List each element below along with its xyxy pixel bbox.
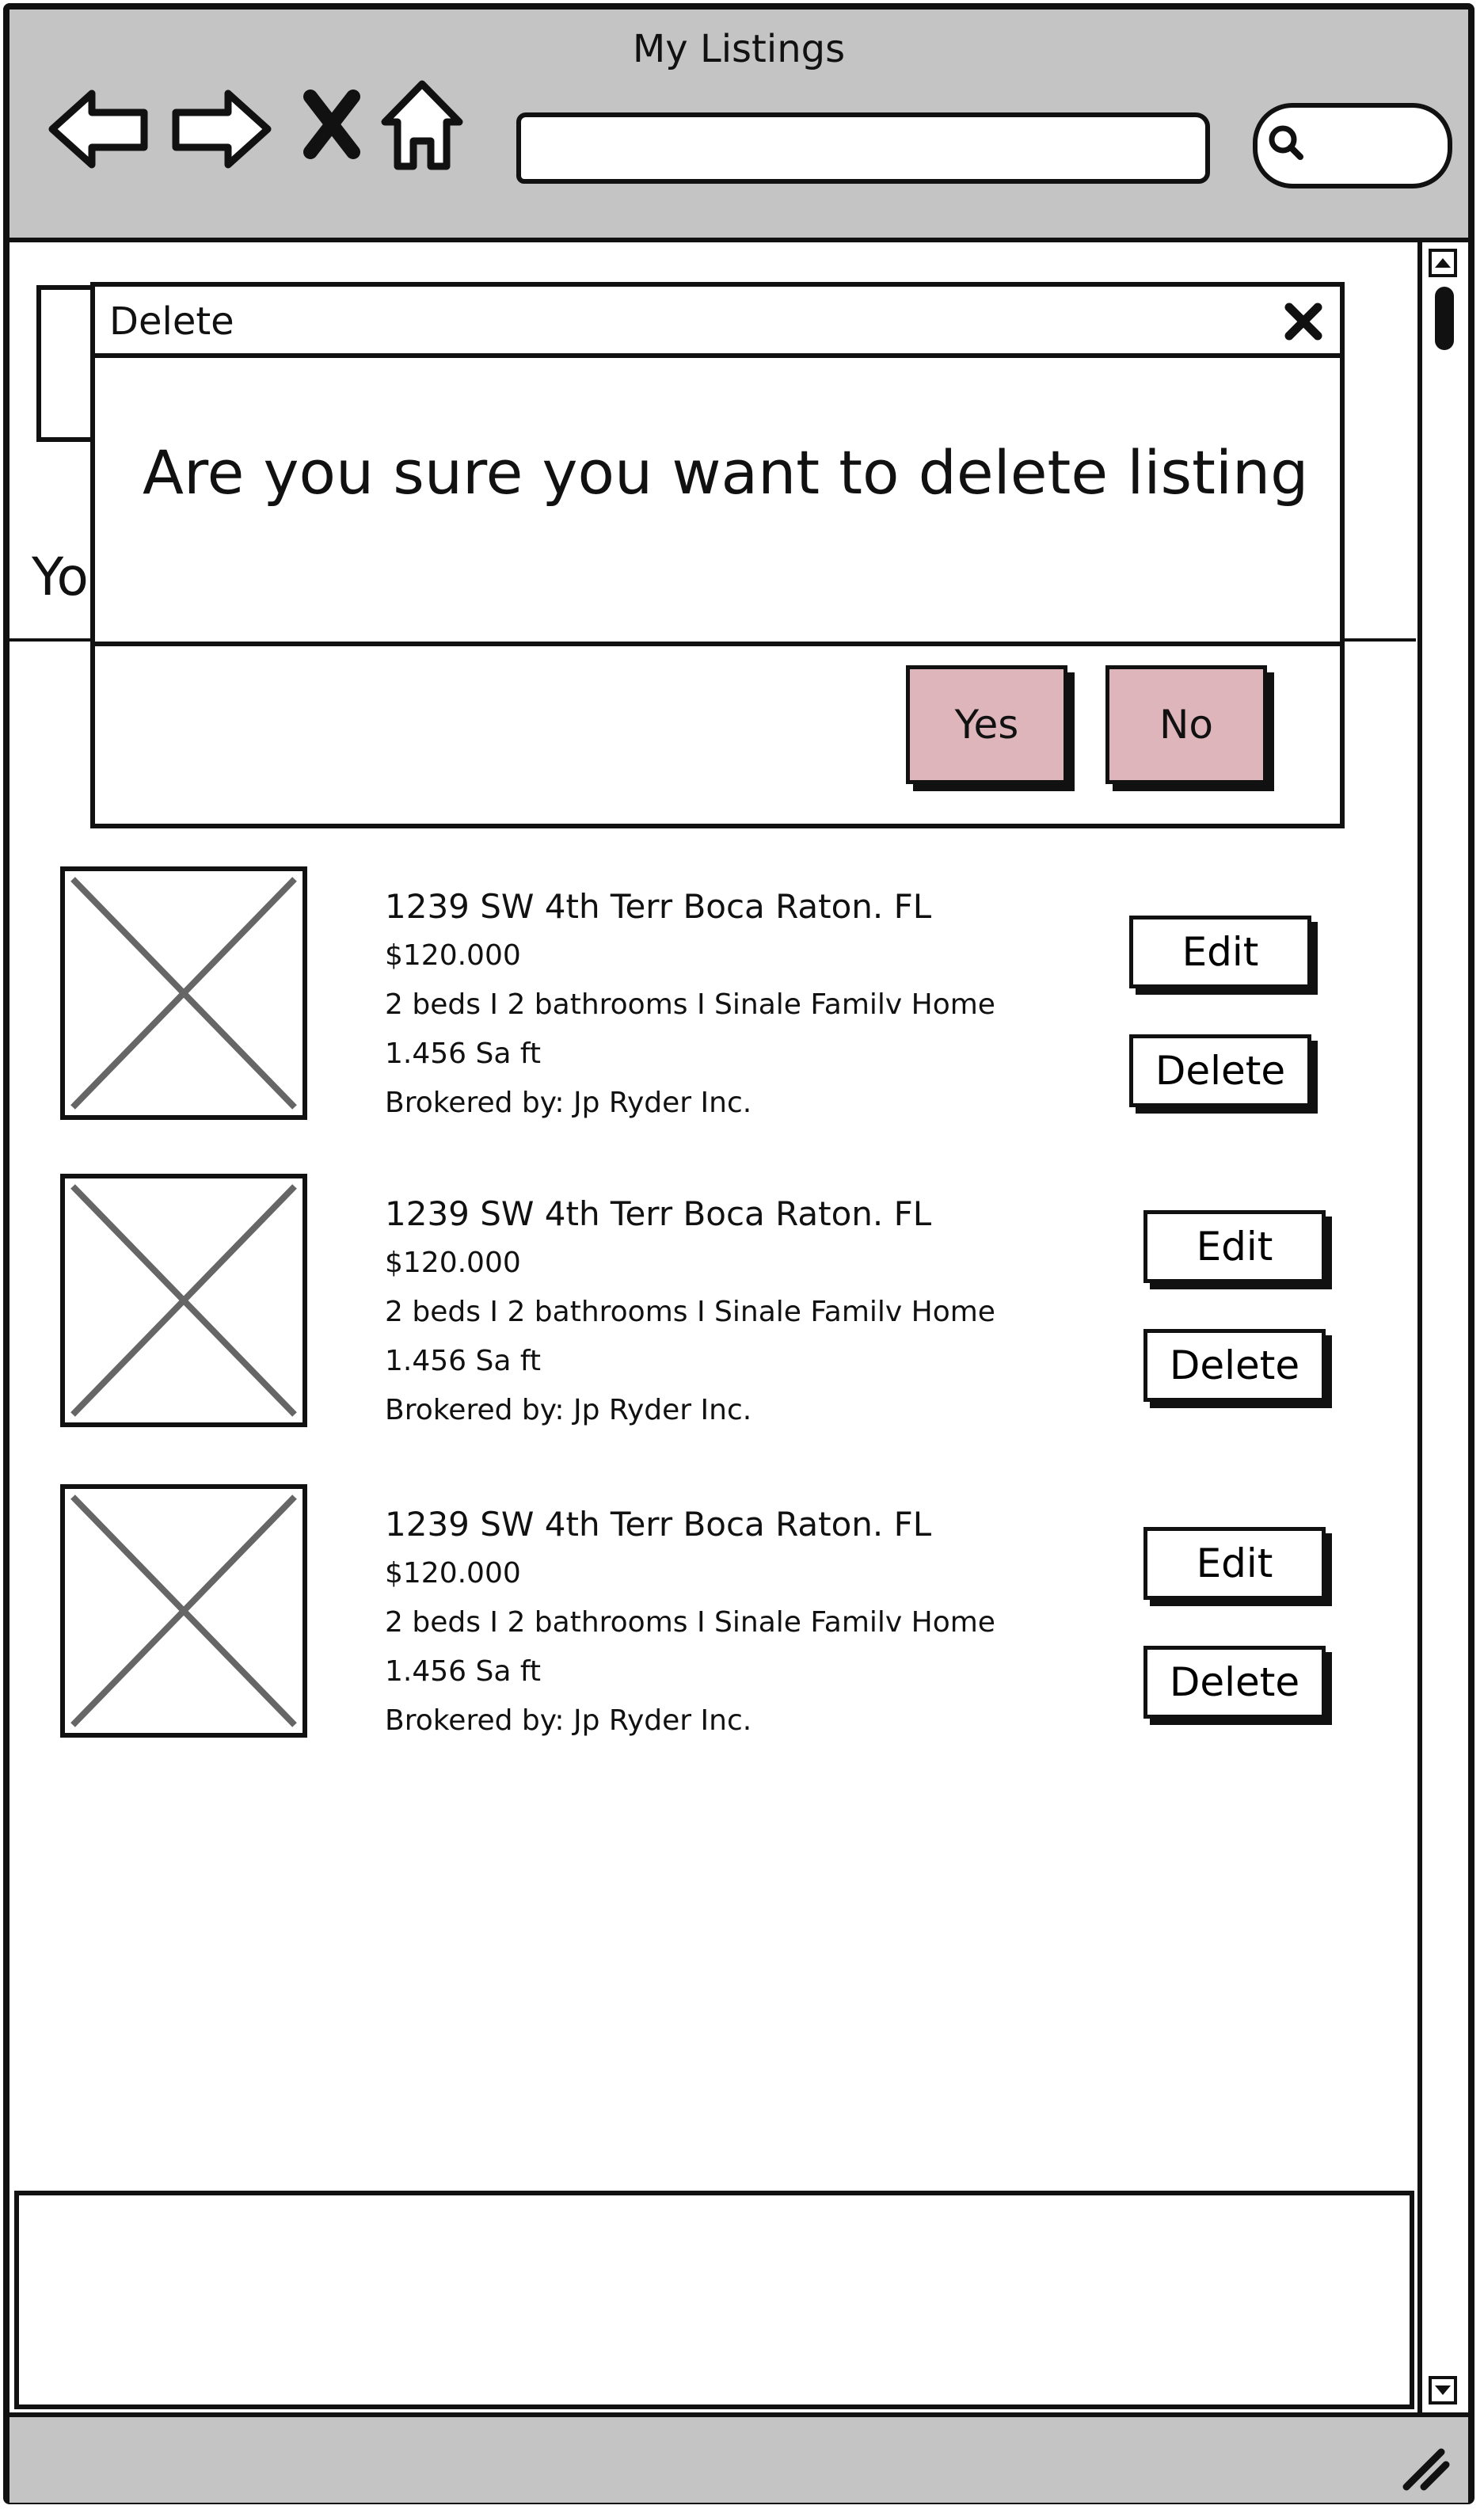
listing-broker: Brokered by: Jp Ryder Inc. — [385, 1087, 752, 1119]
listing-price: $120.000 — [385, 939, 521, 972]
stop-icon[interactable] — [303, 89, 361, 160]
listing-area: 1.456 Sa ft — [385, 1655, 542, 1688]
home-icon[interactable] — [379, 78, 466, 173]
scroll-up-icon[interactable] — [1429, 249, 1457, 277]
listing-area: 1.456 Sa ft — [385, 1345, 542, 1377]
edit-button[interactable]: Edit — [1143, 1527, 1326, 1600]
listing-item: 1239 SW 4th Terr Boca Raton. FL $120.000… — [60, 1174, 1375, 1435]
page-heading: Yo — [32, 546, 89, 607]
listing-address: 1239 SW 4th Terr Boca Raton. FL — [385, 887, 932, 926]
listing-image-placeholder — [60, 1174, 307, 1427]
listing-info: 1239 SW 4th Terr Boca Raton. FL $120.000… — [385, 1500, 995, 1746]
listing-image-placeholder — [60, 866, 307, 1120]
dialog-divider — [95, 642, 1340, 646]
dialog-message: Are you sure you want to delete listing — [143, 437, 1309, 508]
delete-button[interactable]: Delete — [1143, 1646, 1326, 1719]
listing-broker: Brokered by: Jp Ryder Inc. — [385, 1394, 752, 1426]
dialog-title: Delete — [109, 299, 234, 344]
edit-button[interactable]: Edit — [1129, 916, 1311, 988]
listing-item: 1239 SW 4th Terr Boca Raton. FL $120.000… — [60, 866, 1375, 1128]
listing-details: 2 beds I 2 bathrooms I Sinale Familv Hom… — [385, 1296, 995, 1328]
delete-button[interactable]: Delete — [1129, 1034, 1311, 1107]
vertical-scrollbar[interactable] — [1417, 242, 1468, 2412]
address-bar[interactable] — [516, 112, 1210, 184]
listing-price: $120.000 — [385, 1247, 521, 1279]
listing-address: 1239 SW 4th Terr Boca Raton. FL — [385, 1194, 932, 1233]
search-icon — [1269, 125, 1303, 160]
listing-area: 1.456 Sa ft — [385, 1038, 542, 1070]
listing-details: 2 beds I 2 bathrooms I Sinale Familv Hom… — [385, 1606, 995, 1639]
listing-broker: Brokered by: Jp Ryder Inc. — [385, 1704, 752, 1737]
scroll-thumb[interactable] — [1435, 287, 1454, 350]
delete-button[interactable]: Delete — [1143, 1329, 1326, 1402]
no-button[interactable]: No — [1105, 665, 1267, 784]
window-title: My Listings — [632, 27, 846, 71]
yes-button[interactable]: Yes — [906, 665, 1067, 784]
listing-info: 1239 SW 4th Terr Boca Raton. FL $120.000… — [385, 882, 995, 1128]
listing-info: 1239 SW 4th Terr Boca Raton. FL $120.000… — [385, 1190, 995, 1435]
listing-price: $120.000 — [385, 1557, 521, 1590]
bottom-panel — [14, 2191, 1414, 2409]
scroll-down-icon[interactable] — [1429, 2376, 1457, 2404]
status-bar — [10, 2412, 1468, 2503]
listing-image-placeholder — [60, 1484, 307, 1738]
listing-details: 2 beds I 2 bathrooms I Sinale Familv Hom… — [385, 988, 995, 1021]
back-icon[interactable] — [46, 86, 152, 173]
resize-grip-icon[interactable] — [1397, 2444, 1452, 2492]
forward-icon[interactable] — [168, 86, 274, 173]
edit-button[interactable]: Edit — [1143, 1210, 1326, 1283]
delete-dialog: Delete Are you sure you want to delete l… — [90, 282, 1345, 828]
title-bar: My Listings — [10, 10, 1468, 242]
dialog-header: Delete — [95, 287, 1340, 358]
search-field[interactable] — [1253, 103, 1452, 188]
listing-item: 1239 SW 4th Terr Boca Raton. FL $120.000… — [60, 1484, 1375, 1746]
listing-address: 1239 SW 4th Terr Boca Raton. FL — [385, 1505, 932, 1544]
close-icon[interactable] — [1281, 299, 1326, 344]
